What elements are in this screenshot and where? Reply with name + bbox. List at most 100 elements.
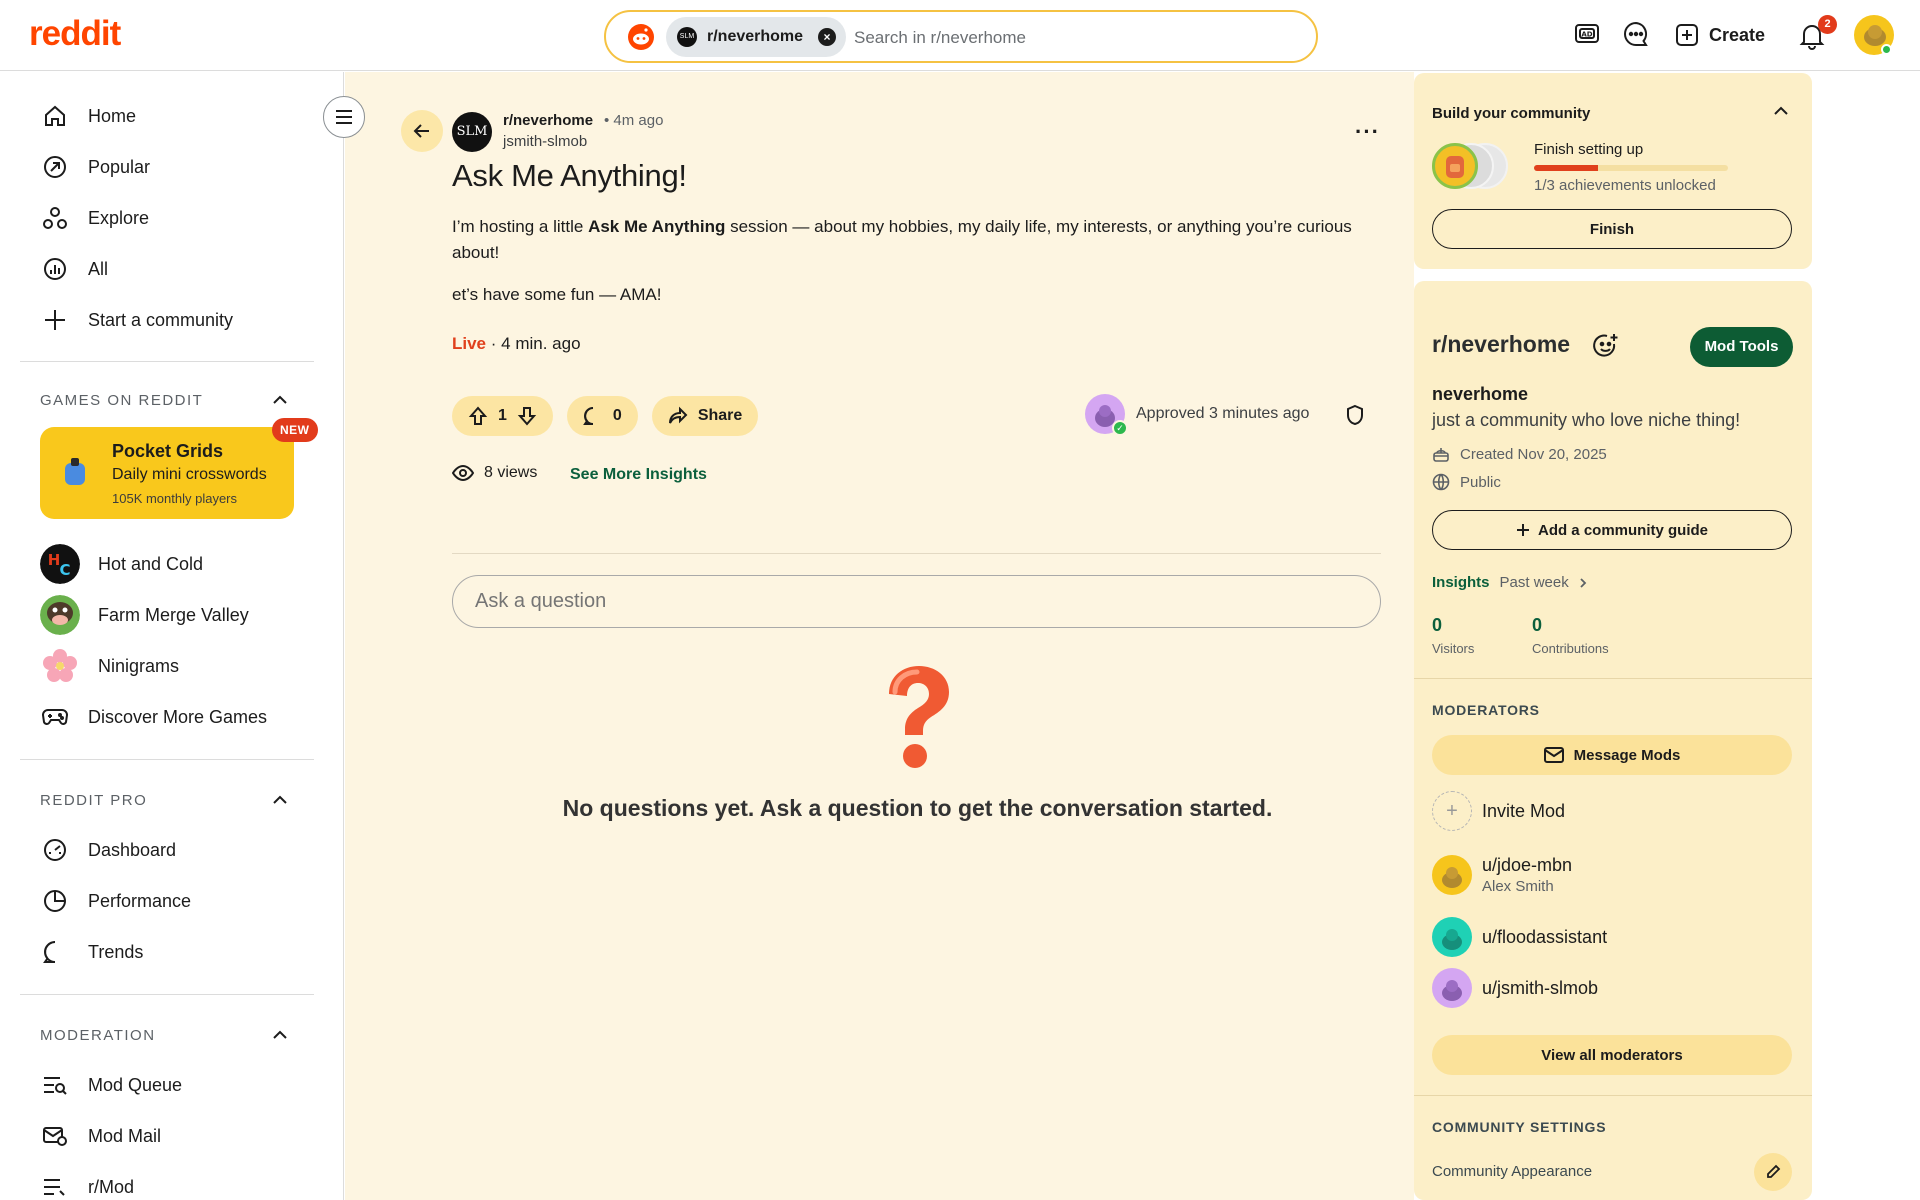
chevron-up-icon[interactable] <box>270 390 290 410</box>
sidebar-item-start-community[interactable]: Start a community <box>40 300 310 340</box>
sidebar-item-trends[interactable]: Trends <box>40 932 310 972</box>
top-header: reddit SLM r/neverhome × Search in r/nev… <box>0 0 1920 71</box>
contributions-label: Contributions <box>1532 641 1609 656</box>
insights-header[interactable]: Insights Past week <box>1432 574 1587 591</box>
downvote-icon[interactable] <box>517 406 537 426</box>
moderator-info: u/jdoe-mbn Alex Smith <box>1482 855 1572 895</box>
contributions-value: 0 <box>1532 615 1543 635</box>
subreddit-avatar[interactable]: SLM <box>452 112 492 152</box>
see-more-insights-link[interactable]: See More Insights <box>570 466 707 484</box>
post-main-area: SLM r/neverhome • 4m ago jsmith-slmob ··… <box>345 72 1414 1200</box>
insights-title: Insights <box>1432 574 1490 591</box>
visitors-label: Visitors <box>1432 641 1475 656</box>
clear-chip-icon[interactable]: × <box>818 28 836 46</box>
chevron-up-icon[interactable] <box>1771 101 1791 121</box>
reddit-pro-section-title[interactable]: REDDIT PRO <box>40 792 147 809</box>
mod-mail-icon <box>40 1121 70 1151</box>
pocket-grids-card[interactable]: Pocket Grids Daily mini crosswords 105K … <box>40 427 294 519</box>
approved-check-icon: ✓ <box>1112 420 1128 436</box>
eye-icon <box>452 465 474 481</box>
moderator-name: u/floodassistant <box>1482 926 1608 947</box>
question-mark-icon <box>875 662 959 772</box>
create-button[interactable]: Create <box>1675 18 1765 52</box>
created-text: Created Nov 20, 2025 <box>1460 445 1607 463</box>
moderator-display-name: Alex Smith <box>1482 878 1554 895</box>
sidebar-item-performance[interactable]: Performance <box>40 881 310 921</box>
moderation-section-title[interactable]: MODERATION <box>40 1027 156 1044</box>
games-section-title[interactable]: GAMES ON REDDIT <box>40 392 203 409</box>
ask-question-input[interactable] <box>452 575 1381 628</box>
approval-status: ✓ Approved 3 minutes ago <box>1085 392 1309 436</box>
menu-icon <box>336 110 352 124</box>
sidebar-item-all[interactable]: All <box>40 249 310 289</box>
post-subreddit-link[interactable]: r/neverhome <box>503 112 593 129</box>
sidebar-item-dashboard[interactable]: Dashboard <box>40 830 310 870</box>
search-bar[interactable]: SLM r/neverhome × Search in r/neverhome <box>604 10 1318 63</box>
moderator-row[interactable]: u/jdoe-mbn Alex Smith <box>1432 855 1572 895</box>
post-author-link[interactable]: jsmith-slmob <box>503 133 587 150</box>
finish-button[interactable]: Finish <box>1432 209 1792 249</box>
chat-icon[interactable] <box>1622 20 1650 48</box>
sidebar-item-farm-merge-valley[interactable]: Farm Merge Valley <box>40 595 310 635</box>
sidebar-divider <box>20 994 314 995</box>
user-avatar[interactable] <box>1854 15 1894 55</box>
mod-tools-button[interactable]: Mod Tools <box>1690 327 1793 367</box>
sidebar-item-label: Discover More Games <box>88 706 268 727</box>
globe-icon <box>1432 473 1450 491</box>
invite-mod-row[interactable]: + Invite Mod <box>1432 791 1565 831</box>
chevron-up-icon[interactable] <box>270 1025 290 1045</box>
sidebar-item-r-mod[interactable]: r/Mod <box>40 1167 310 1200</box>
panel-divider <box>1414 678 1812 679</box>
snoo-avatar-icon <box>1442 867 1462 888</box>
sidebar-item-home[interactable]: Home <box>40 96 310 136</box>
moderator-row[interactable]: u/floodassistant <box>1432 917 1607 957</box>
guide-label: Add a community guide <box>1537 521 1708 539</box>
add-community-guide-button[interactable]: Add a community guide <box>1432 510 1792 550</box>
community-name[interactable]: r/neverhome <box>1432 331 1570 358</box>
more-options-icon[interactable]: ··· <box>1355 119 1380 145</box>
plus-icon <box>1516 524 1529 536</box>
pie-chart-icon <box>40 886 70 916</box>
moderator-row[interactable]: u/jsmith-slmob <box>1432 968 1598 1008</box>
reddit-logo[interactable]: reddit <box>29 14 121 54</box>
post-title: Ask Me Anything! <box>452 158 687 193</box>
plus-square-icon <box>1676 24 1698 46</box>
collapse-sidebar-button[interactable] <box>323 96 365 138</box>
community-appearance-label[interactable]: Community Appearance <box>1432 1163 1592 1180</box>
vote-count: 1 <box>498 407 507 424</box>
add-emoji-icon[interactable] <box>1592 332 1620 360</box>
chevron-up-icon[interactable] <box>270 790 290 810</box>
view-all-moderators-button[interactable]: View all moderators <box>1432 1035 1792 1075</box>
svg-text:AD: AD <box>1581 31 1592 39</box>
back-button[interactable] <box>401 110 443 152</box>
post-body: I’m hosting a little Ask Me Anything ses… <box>452 214 1372 266</box>
share-button[interactable]: Share <box>651 396 759 436</box>
advertise-icon[interactable]: AD <box>1573 20 1601 48</box>
panel-divider <box>1414 1095 1812 1096</box>
sidebar-item-ninigrams[interactable]: Ninigrams <box>40 646 310 686</box>
shield-icon[interactable] <box>1345 404 1365 426</box>
sidebar-item-explore[interactable]: Explore <box>40 198 310 238</box>
live-time: · 4 min. ago <box>486 334 581 353</box>
community-info-card: r/neverhome Mod Tools neverhome just a c… <box>1414 281 1812 1200</box>
sidebar-item-label: Dashboard <box>88 839 177 860</box>
sidebar-item-discover-games[interactable]: Discover More Games <box>40 697 310 737</box>
sidebar-item-label: Mod Queue <box>88 1074 183 1095</box>
hot-and-cold-icon: HC <box>40 544 80 584</box>
edit-appearance-button[interactable] <box>1754 1153 1792 1191</box>
sidebar-item-mod-mail[interactable]: Mod Mail <box>40 1116 310 1156</box>
comments-button[interactable]: 0 <box>566 396 638 436</box>
upvote-icon[interactable] <box>468 406 488 426</box>
post-timestamp: • 4m ago <box>604 112 664 129</box>
sidebar-item-mod-queue[interactable]: Mod Queue <box>40 1065 310 1105</box>
search-input[interactable]: Search in r/neverhome <box>854 28 1026 48</box>
new-badge: NEW <box>272 418 318 442</box>
chevron-right-icon <box>1580 577 1586 588</box>
message-mods-button[interactable]: Message Mods <box>1432 735 1792 775</box>
subreddit-search-chip[interactable]: SLM r/neverhome × <box>666 17 846 57</box>
sidebar-divider <box>20 361 314 362</box>
build-community-card: Build your community Finish setting up 1… <box>1414 73 1812 269</box>
sidebar-item-popular[interactable]: Popular <box>40 147 310 187</box>
sidebar-item-hot-and-cold[interactable]: HC Hot and Cold <box>40 544 310 584</box>
sidebar-item-label: Hot and Cold <box>98 553 204 574</box>
